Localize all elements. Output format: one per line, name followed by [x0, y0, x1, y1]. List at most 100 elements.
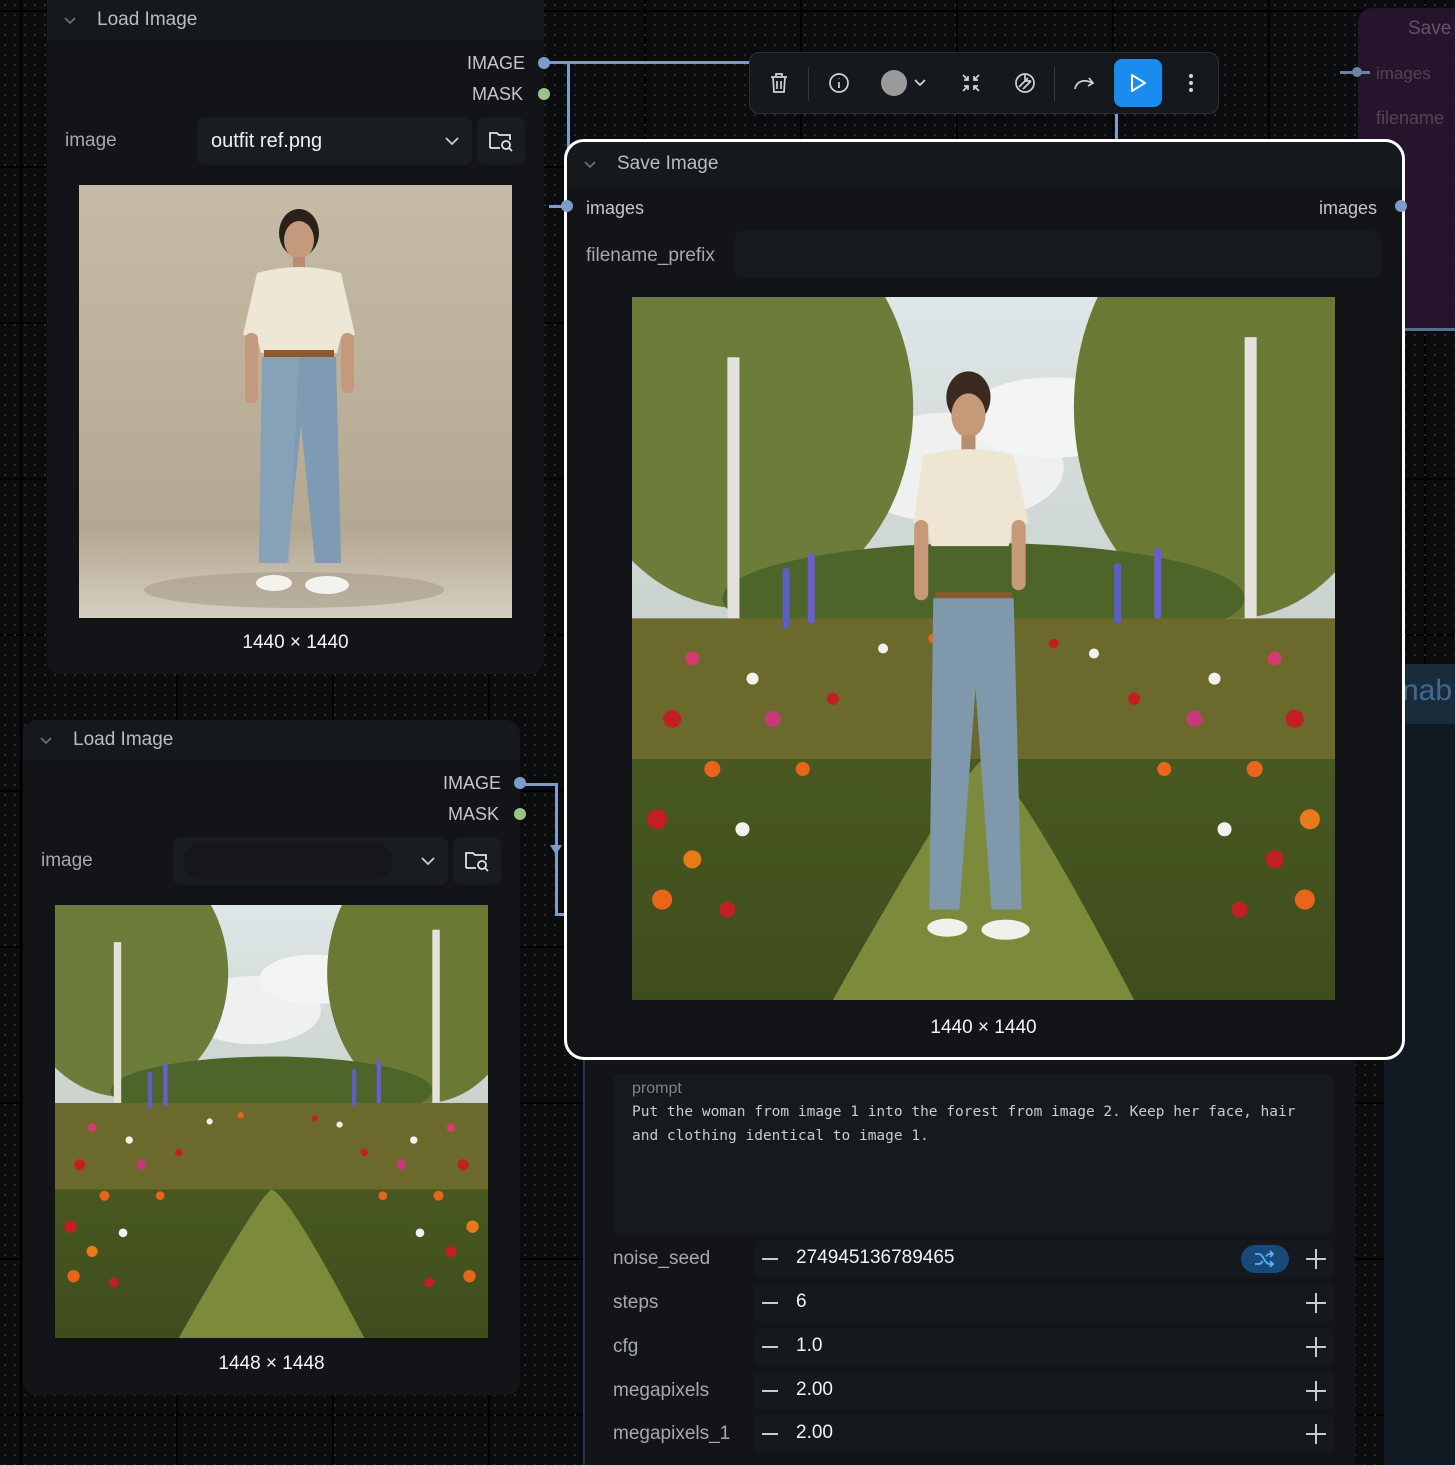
steps-widget[interactable]: 6: [754, 1284, 1334, 1322]
selected-file: outfit ref.png: [211, 129, 323, 152]
bg-blue-node-text: nab: [1402, 674, 1453, 707]
divider: [1054, 67, 1055, 101]
megapixels-1-value[interactable]: 2.00: [796, 1422, 833, 1444]
filename-prefix-input[interactable]: [735, 231, 1381, 279]
chevron-down-icon[interactable]: [39, 733, 53, 747]
node-title: Save Image: [617, 153, 719, 174]
more-options-button[interactable]: [1174, 63, 1208, 103]
node-header[interactable]: Load Image: [23, 720, 520, 760]
node-title: Load Image: [73, 729, 174, 750]
node-header[interactable]: Save Image: [567, 142, 1402, 186]
folder-search-icon: [489, 132, 513, 152]
node-title: Load Image: [97, 9, 198, 30]
randomize-seed-button[interactable]: [1241, 1245, 1289, 1273]
image-widget-label: image: [41, 850, 93, 871]
collapse-button[interactable]: [954, 63, 988, 103]
image-dimensions: 1440 × 1440: [930, 1017, 1037, 1038]
collapse-icon: [962, 74, 980, 92]
prompt-label: prompt: [632, 1080, 682, 1097]
input-images-socket[interactable]: [561, 200, 573, 212]
decrement-icon[interactable]: [762, 1433, 778, 1435]
divider: [808, 67, 809, 101]
image-dimensions: 1448 × 1448: [218, 1353, 325, 1374]
steps-label: steps: [613, 1292, 659, 1313]
color-circle-icon: [881, 70, 907, 96]
output-image-socket[interactable]: [538, 57, 550, 69]
wire-toolbar-down: [1115, 112, 1118, 142]
prompt-text: Put the woman from image 1 into the fore…: [632, 1104, 1296, 1144]
noise-seed-widget[interactable]: 274945136789465: [754, 1240, 1334, 1278]
image-file-select[interactable]: outfit ref.png: [197, 117, 472, 165]
chevron-down-icon[interactable]: [63, 13, 77, 27]
increment-icon[interactable]: [1306, 1293, 1326, 1313]
decrement-icon[interactable]: [762, 1346, 778, 1348]
output-preview-image: [632, 297, 1335, 1000]
chevron-down-icon[interactable]: [583, 157, 597, 171]
bg-save-socket[interactable]: [1352, 67, 1362, 77]
image-widget-label: image: [65, 130, 117, 151]
load-image-node-2[interactable]: Load Image IMAGE MASK image 1448 × 1448: [23, 720, 520, 1395]
output-image-label: IMAGE: [467, 53, 526, 73]
wire-image1-h: [548, 61, 750, 64]
browse-folder-button[interactable]: [453, 837, 501, 885]
increment-icon[interactable]: [1306, 1337, 1326, 1357]
output-mask-label: MASK: [448, 804, 500, 824]
selection-toolbox: [749, 52, 1219, 114]
browse-folder-button[interactable]: [477, 117, 525, 165]
bg-save-node-title: Save: [1408, 18, 1452, 39]
node-header[interactable]: Load Image: [47, 0, 544, 40]
cfg-widget[interactable]: 1.0: [754, 1328, 1334, 1366]
more-vertical-icon: [1189, 74, 1193, 92]
preview-image-outfit: [79, 185, 512, 618]
decrement-icon[interactable]: [762, 1302, 778, 1304]
save-image-node[interactable]: Save Image images images filename_prefix…: [564, 139, 1405, 1060]
input-images-label: images: [586, 198, 645, 218]
steps-value[interactable]: 6: [796, 1291, 807, 1313]
output-image-socket[interactable]: [514, 777, 526, 789]
redo-button[interactable]: [1068, 63, 1102, 103]
run-icon: [1131, 74, 1146, 92]
megapixels-widget[interactable]: 2.00: [754, 1372, 1334, 1410]
delete-button[interactable]: [762, 63, 796, 103]
load-image-node-1[interactable]: Load Image IMAGE MASK image outfit ref.p…: [47, 0, 544, 674]
wire-image2-h: [522, 783, 558, 786]
noise-seed-value[interactable]: 274945136789465: [796, 1247, 955, 1269]
cfg-label: cfg: [613, 1336, 639, 1357]
output-mask-socket[interactable]: [514, 808, 526, 820]
bg-save-node-slot: images: [1376, 64, 1431, 83]
cfg-value[interactable]: 1.0: [796, 1335, 822, 1357]
increment-icon[interactable]: [1306, 1381, 1326, 1401]
image-dimensions: 1440 × 1440: [242, 632, 349, 653]
bypass-icon: [1015, 73, 1035, 93]
bg-link-wire: [1405, 328, 1455, 331]
bypass-button[interactable]: [1008, 63, 1042, 103]
shuffle-icon: [1255, 1250, 1275, 1268]
filename-prefix-label: filename_prefix: [586, 245, 715, 266]
decrement-icon[interactable]: [762, 1258, 778, 1260]
chevron-down-icon: [914, 79, 926, 87]
prompt-textarea[interactable]: prompt Put the woman from image 1 into t…: [613, 1074, 1333, 1234]
info-button[interactable]: [822, 63, 856, 103]
noise-seed-label: noise_seed: [613, 1248, 711, 1269]
folder-search-icon: [465, 852, 489, 872]
decrement-icon[interactable]: [762, 1390, 778, 1392]
selected-file-redacted: [183, 842, 393, 880]
redo-icon: [1074, 77, 1095, 90]
increment-icon[interactable]: [1306, 1249, 1326, 1269]
megapixels-label: megapixels: [613, 1380, 710, 1401]
delete-icon: [771, 73, 787, 93]
info-icon: [829, 73, 849, 93]
output-images-socket[interactable]: [1395, 200, 1407, 212]
megapixels-1-label: megapixels_1: [613, 1423, 731, 1444]
image-file-select[interactable]: [173, 837, 448, 885]
color-picker-button[interactable]: [876, 63, 932, 103]
output-images-label: images: [1319, 198, 1378, 218]
output-image-label: IMAGE: [443, 773, 502, 793]
megapixels-value[interactable]: 2.00: [796, 1379, 833, 1401]
increment-icon[interactable]: [1306, 1424, 1326, 1444]
wire-image1-v: [567, 61, 570, 151]
output-mask-socket[interactable]: [538, 88, 550, 100]
run-button[interactable]: [1114, 59, 1162, 107]
megapixels-1-widget[interactable]: 2.00: [754, 1415, 1334, 1453]
output-mask-label: MASK: [472, 84, 524, 104]
